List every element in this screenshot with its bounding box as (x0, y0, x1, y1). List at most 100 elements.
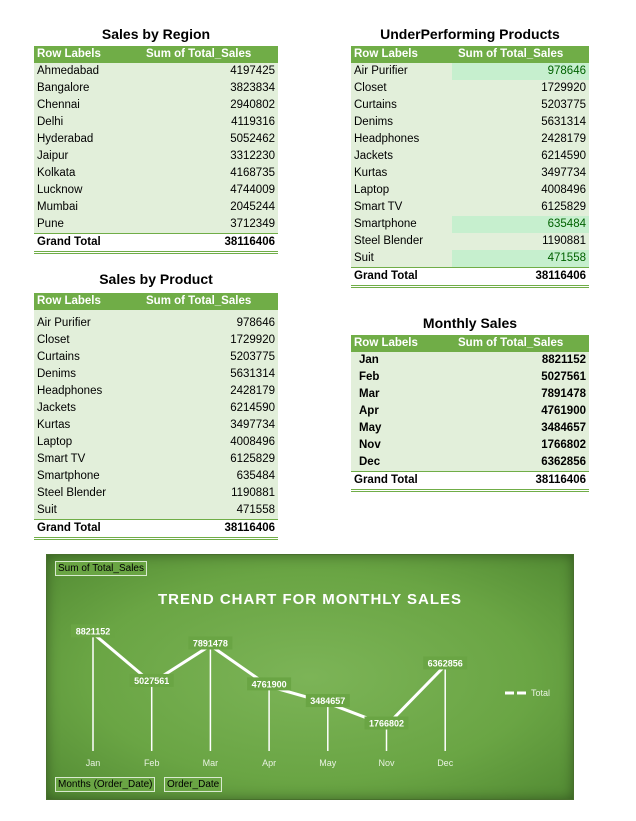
row-label: Denims (37, 368, 76, 380)
row-value: 1729920 (230, 334, 275, 346)
row-label: Steel Blender (37, 487, 107, 499)
pivot-row[interactable]: Lucknow 4744009 (34, 182, 278, 199)
grand-total-row[interactable]: Grand Total 38116406 (351, 471, 589, 492)
header-row-labels[interactable]: Row Labels (351, 335, 454, 352)
pivot-row[interactable]: Kurtas 3497734 (34, 417, 278, 434)
row-value: 1190881 (231, 487, 275, 499)
header-row-labels[interactable]: Row Labels (351, 46, 454, 63)
row-value: 3497734 (230, 419, 275, 431)
pivot-header-row[interactable]: Row Labels Sum of Total_Sales (34, 46, 278, 63)
row-value: 1190881 (542, 235, 586, 247)
row-label: Jackets (37, 402, 76, 414)
pivot-row[interactable]: Steel Blender 1190881 (34, 485, 278, 502)
header-row-labels[interactable]: Row Labels (34, 46, 142, 63)
pivot-row[interactable]: Chennai 2940802 (34, 97, 278, 114)
pivot-row[interactable]: Smartphone 635484 (351, 216, 589, 233)
trend-chart[interactable]: Sum of Total_Sales TREND CHART FOR MONTH… (46, 554, 574, 800)
pivot-row[interactable]: May 3484657 (351, 420, 589, 437)
grand-total-row[interactable]: Grand Total 38116406 (34, 233, 278, 254)
monthly-pivot-table[interactable]: Row Labels Sum of Total_Sales Jan 8821152 Fe… (351, 335, 589, 492)
pivot-row[interactable]: Suit 471558 (351, 250, 589, 267)
pivot-row[interactable]: Suit 471558 (34, 502, 278, 519)
pivot-row[interactable]: Jan 8821152 (351, 352, 589, 369)
pivot-header-row[interactable]: Row Labels Sum of Total_Sales (351, 46, 589, 63)
row-label: Feb (359, 371, 380, 383)
header-sum-total-sales[interactable]: Sum of Total_Sales (454, 335, 563, 352)
pivot-row[interactable]: Headphones 2428179 (34, 383, 278, 400)
row-value: 635484 (452, 216, 589, 233)
pivot-row[interactable]: Nov 1766802 (351, 437, 589, 454)
row-value: 5203775 (541, 99, 586, 111)
pivot-row[interactable]: Smartphone 635484 (34, 468, 278, 485)
pivot-row[interactable]: Ahmedabad 4197425 (34, 63, 278, 80)
row-value: 978646 (236, 317, 275, 329)
pivot-row[interactable]: Delhi 4119316 (34, 114, 278, 131)
header-sum-total-sales[interactable]: Sum of Total_Sales (454, 46, 563, 63)
row-value: 4197425 (230, 65, 275, 77)
grand-total-row[interactable]: Grand Total 38116406 (34, 519, 278, 540)
row-value: 3823834 (230, 82, 275, 94)
underperforming-pivot-table[interactable]: Row Labels Sum of Total_Sales Air Purifier… (351, 46, 589, 288)
axis-field-button-order-date[interactable]: Order_Date (164, 777, 223, 792)
pivot-row[interactable]: Air Purifier 978646 (351, 63, 589, 80)
pivot-row[interactable]: Mumbai 2045244 (34, 199, 278, 216)
header-row-labels[interactable]: Row Labels (34, 293, 142, 310)
pivot-row[interactable]: Dec 6362856 (351, 454, 589, 471)
pivot-row[interactable]: Kolkata 4168735 (34, 165, 278, 182)
row-value: 5631314 (541, 116, 586, 128)
data-label-apr: 4761900 (252, 679, 287, 689)
row-label: Kurtas (354, 167, 388, 179)
row-label: Jackets (354, 150, 393, 162)
row-label: Hyderabad (37, 133, 94, 145)
header-sum-total-sales[interactable]: Sum of Total_Sales (142, 293, 251, 310)
row-value: 7891478 (541, 388, 586, 400)
pivot-row[interactable]: Curtains 5203775 (34, 349, 278, 366)
row-value: 471558 (452, 250, 589, 267)
pivot-row[interactable]: Curtains 5203775 (351, 97, 589, 114)
pivot-row[interactable]: Air Purifier 978646 (34, 315, 278, 332)
grand-total-row[interactable]: Grand Total 38116406 (351, 267, 589, 288)
row-label: Mar (359, 388, 380, 400)
pivot-row[interactable]: Headphones 2428179 (351, 131, 589, 148)
row-label: Suit (37, 504, 57, 516)
pivot-row[interactable]: Laptop 4008496 (34, 434, 278, 451)
pivot-row[interactable]: Closet 1729920 (34, 332, 278, 349)
row-value: 2428179 (230, 385, 275, 397)
pivot-header-row[interactable]: Row Labels Sum of Total_Sales (34, 293, 278, 310)
data-label-nov: 1766802 (369, 719, 404, 729)
pivot-row[interactable]: Closet 1729920 (351, 80, 589, 97)
product-pivot-table[interactable]: Row Labels Sum of Total_Sales Air Purifier… (34, 293, 278, 540)
pivot-row[interactable]: Feb 5027561 (351, 369, 589, 386)
pivot-row[interactable]: Denims 5631314 (351, 114, 589, 131)
pivot-row[interactable]: Apr 4761900 (351, 403, 589, 420)
row-label: Apr (359, 405, 379, 417)
row-label: Nov (359, 439, 381, 451)
row-value: 2940802 (230, 99, 275, 111)
pivot-row[interactable]: Hyderabad 5052462 (34, 131, 278, 148)
x-tick-label-feb: Feb (144, 758, 160, 768)
pivot-row[interactable]: Kurtas 3497734 (351, 165, 589, 182)
pivot-row[interactable]: Laptop 4008496 (351, 182, 589, 199)
pivot-row[interactable]: Smart TV 6125829 (351, 199, 589, 216)
row-label: Steel Blender (354, 235, 424, 247)
pivot-row[interactable]: Jackets 6214590 (351, 148, 589, 165)
row-label: Kolkata (37, 167, 76, 179)
pivot-row[interactable]: Smart TV 6125829 (34, 451, 278, 468)
grand-total-value: 38116406 (224, 522, 275, 534)
row-label: Air Purifier (37, 317, 91, 329)
row-value: 4008496 (541, 184, 586, 196)
pivot-row[interactable]: Pune 3712349 (34, 216, 278, 233)
header-sum-total-sales[interactable]: Sum of Total_Sales (142, 46, 251, 63)
row-label: Headphones (37, 385, 103, 397)
pivot-row[interactable]: Jackets 6214590 (34, 400, 278, 417)
pivot-row[interactable]: Jaipur 3312230 (34, 148, 278, 165)
region-pivot-table[interactable]: Row Labels Sum of Total_Sales Ahmedabad 419… (34, 46, 278, 254)
pivot-row[interactable]: Mar 7891478 (351, 386, 589, 403)
axis-field-button-months[interactable]: Months (Order_Date) (55, 777, 156, 792)
pivot-row[interactable]: Bangalore 3823834 (34, 80, 278, 97)
grand-total-label: Grand Total (37, 236, 101, 248)
row-value: 635484 (236, 470, 275, 482)
pivot-row[interactable]: Denims 5631314 (34, 366, 278, 383)
pivot-header-row[interactable]: Row Labels Sum of Total_Sales (351, 335, 589, 352)
pivot-row[interactable]: Steel Blender 1190881 (351, 233, 589, 250)
